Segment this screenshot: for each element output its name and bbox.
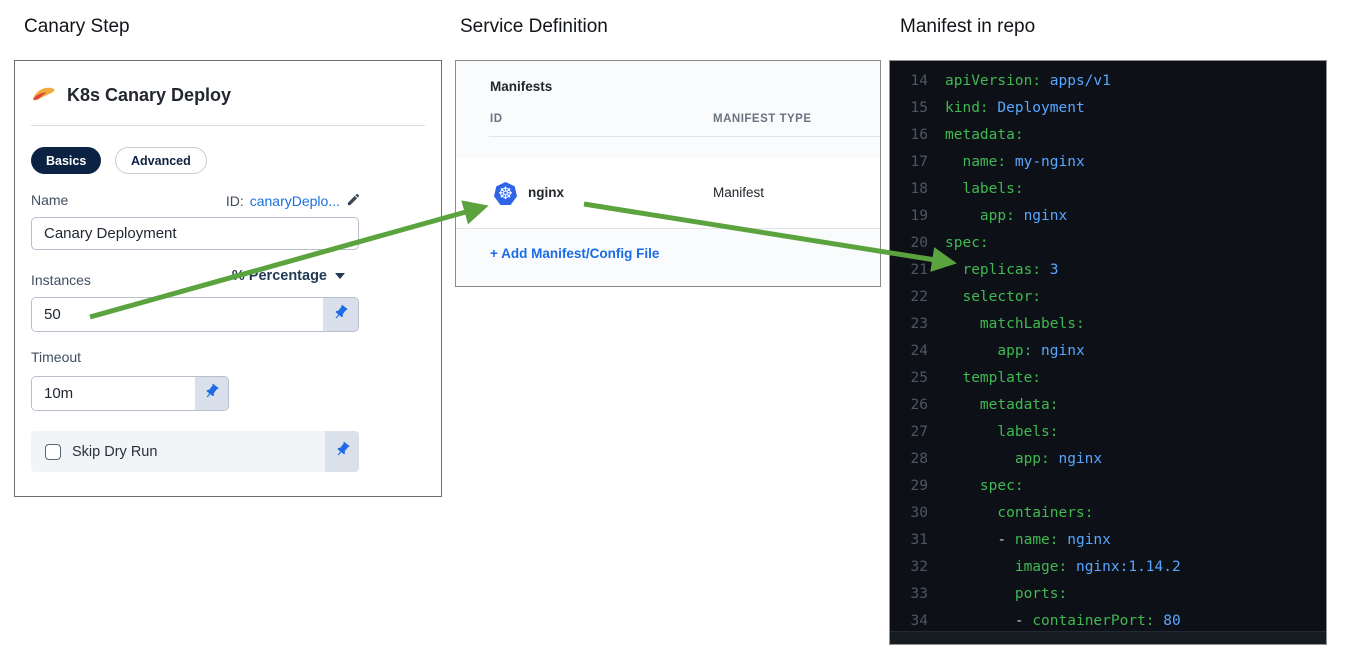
manifest-type: Manifest	[713, 185, 765, 200]
manifest-in-repo-heading: Manifest in repo	[900, 16, 1036, 37]
code-line: 24 app: nginx	[910, 343, 1085, 359]
code-line: 19 app: nginx	[910, 208, 1068, 224]
code-lines: 14 apiVersion: apps/v1 15 kind: Deployment 1…	[890, 68, 1326, 635]
pushpin-icon	[334, 441, 351, 463]
pushpin-icon	[332, 304, 349, 326]
pushpin-icon	[203, 383, 220, 405]
code-line: 30 containers:	[910, 505, 1094, 521]
code-line: 27 labels:	[910, 424, 1059, 440]
canary-bird-icon	[31, 83, 57, 108]
tab-basics[interactable]: Basics	[31, 147, 102, 174]
name-label: Name	[31, 192, 69, 208]
code-line: 33 ports:	[910, 586, 1068, 602]
manifests-title: Manifests	[490, 79, 553, 94]
instances-input-group	[31, 297, 359, 332]
timeout-pin-button[interactable]	[195, 377, 228, 410]
code-line: 16 metadata:	[910, 127, 1024, 143]
column-header-manifest-type: MANIFEST TYPE	[713, 113, 812, 125]
code-line: 32 image: nginx:1.14.2	[910, 559, 1181, 575]
instances-unit-select[interactable]: % Percentage	[232, 268, 345, 284]
column-header-id: ID	[490, 113, 503, 125]
manifest-code-panel: 14 apiVersion: apps/v1 15 kind: Deployment 1…	[889, 60, 1327, 645]
add-manifest-link[interactable]: + Add Manifest/Config File	[490, 246, 659, 261]
timeout-input-group	[31, 376, 229, 411]
chevron-down-icon	[335, 273, 345, 279]
pencil-icon[interactable]	[346, 192, 361, 210]
code-line: 26 metadata:	[910, 397, 1059, 413]
code-line: 17 name: my-nginx	[910, 154, 1085, 170]
manifest-id: nginx	[528, 185, 564, 200]
instances-input[interactable]	[32, 298, 323, 331]
step-title: K8s Canary Deploy	[67, 85, 232, 105]
skip-dry-run-checkbox[interactable]	[45, 443, 61, 460]
code-line: 22 selector:	[910, 289, 1042, 305]
code-line: 31 - name: nginx	[910, 532, 1111, 548]
timeout-input[interactable]	[32, 377, 195, 410]
divider	[489, 136, 880, 137]
tab-advanced[interactable]: Advanced	[115, 147, 207, 174]
skip-dry-run-label: Skip Dry Run	[72, 443, 158, 460]
code-line: 23 matchLabels:	[910, 316, 1085, 332]
code-line: 15 kind: Deployment	[910, 100, 1085, 116]
code-line: 29 spec:	[910, 478, 1024, 494]
horizontal-scrollbar[interactable]	[890, 631, 1326, 644]
service-definition-panel: Manifests ID MANIFEST TYPE ☸ nginx Manif…	[455, 60, 881, 287]
code-line: 18 labels:	[910, 181, 1024, 197]
unit-select-value: % Percentage	[231, 268, 327, 284]
manifest-table-row[interactable]: ☸ nginx Manifest	[456, 158, 880, 229]
code-line: 21 replicas: 3	[910, 262, 1059, 278]
canary-step-panel: K8s Canary Deploy Basics Advanced Name I…	[14, 60, 442, 497]
kubernetes-icon: ☸	[494, 182, 517, 205]
instances-label: Instances	[31, 272, 91, 288]
skip-dry-run-row: Skip Dry Run	[31, 431, 359, 472]
divider	[31, 125, 425, 126]
code-line: 25 template:	[910, 370, 1042, 386]
id-prefix: ID:	[225, 193, 244, 209]
code-line: 28 app: nginx	[910, 451, 1103, 467]
timeout-label: Timeout	[31, 349, 82, 365]
instances-pin-button[interactable]	[323, 298, 358, 331]
code-line: 20 spec:	[910, 235, 989, 251]
service-definition-heading: Service Definition	[460, 16, 608, 37]
name-input[interactable]	[31, 217, 359, 250]
code-line: 14 apiVersion: apps/v1	[910, 73, 1111, 89]
step-id-link[interactable]: canaryDeplo...	[250, 193, 340, 209]
skip-dry-run-pin-button[interactable]	[325, 431, 359, 472]
canary-step-heading: Canary Step	[24, 16, 130, 37]
